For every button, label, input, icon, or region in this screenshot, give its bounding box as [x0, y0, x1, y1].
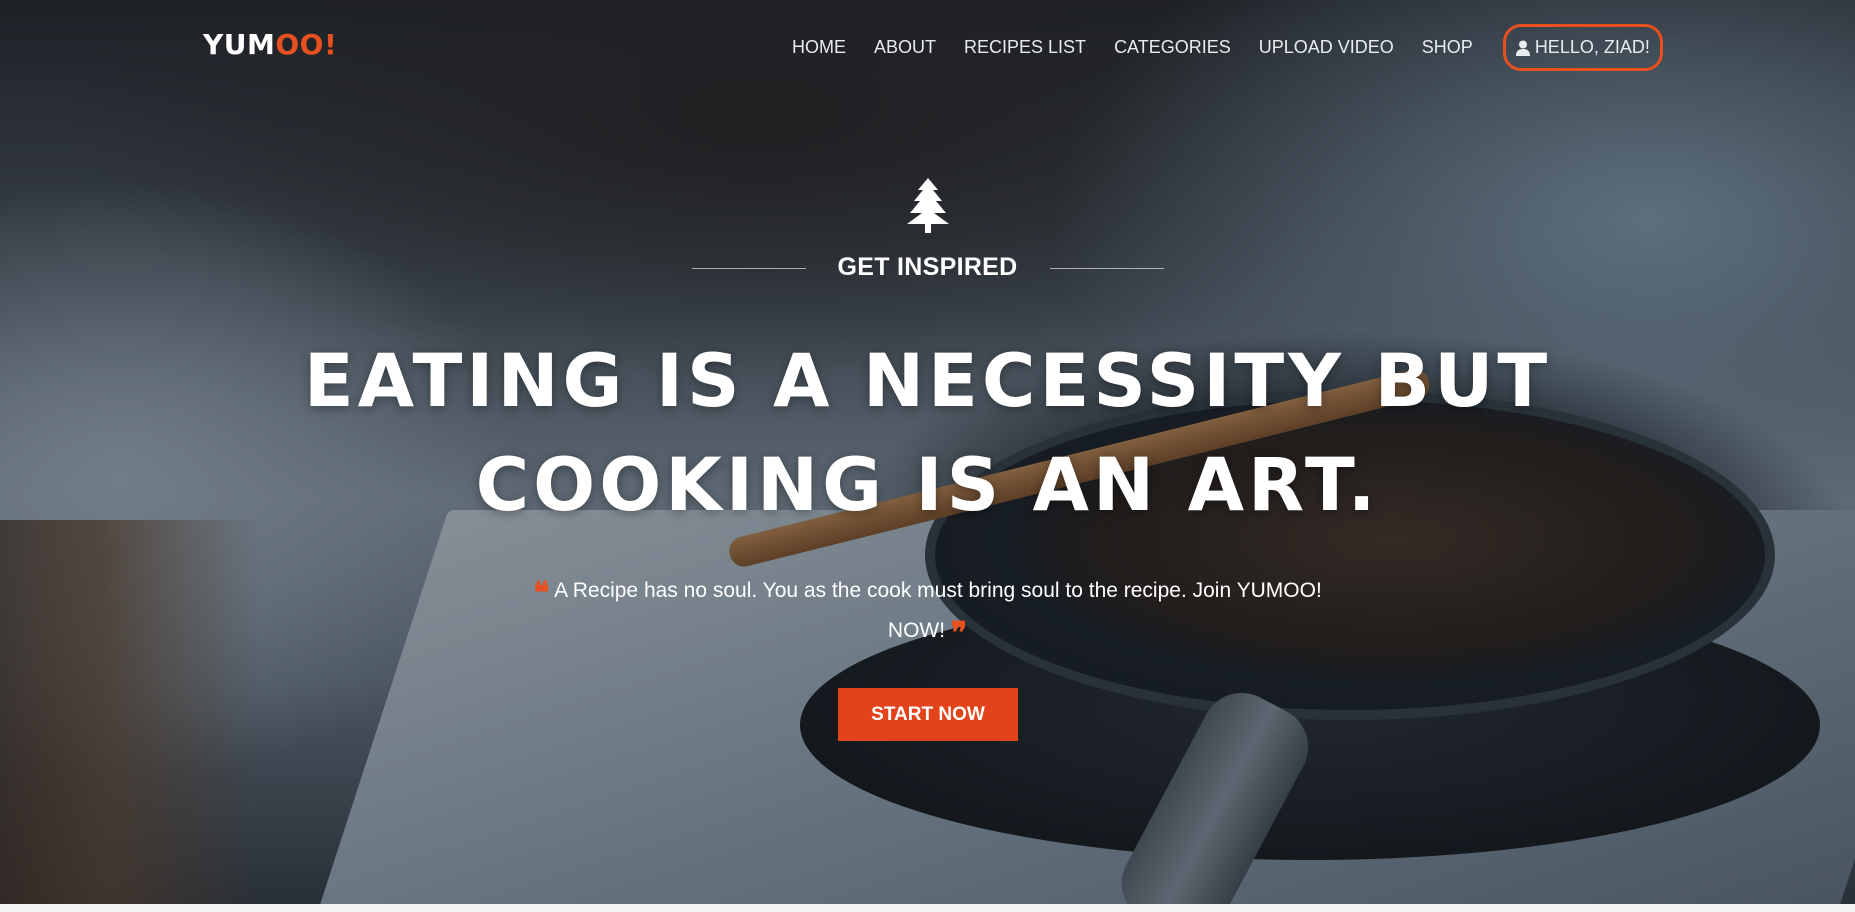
- nav-shop[interactable]: SHOP: [1408, 25, 1487, 70]
- user-account-button[interactable]: HELLO, ZIAD!: [1502, 24, 1663, 71]
- quote-open-icon: ❝: [533, 576, 550, 611]
- headline-line-1: EATING IS A NECESSITY BUT: [303, 339, 1552, 424]
- hero-quote: ❝ A Recipe has no soul. You as the cook …: [520, 572, 1335, 652]
- kicker-container: GET INSPIRED: [0, 253, 1855, 282]
- hero-content: YUMOO! HOME ABOUT RECIPES LIST CATEGORIE…: [0, 0, 1855, 912]
- headline-line-2: COOKING IS AN ART.: [475, 443, 1380, 528]
- main-nav: HOME ABOUT RECIPES LIST CATEGORIES UPLOA…: [778, 24, 1663, 71]
- logo[interactable]: YUMOO!: [203, 28, 337, 61]
- nav-about[interactable]: ABOUT: [860, 25, 950, 70]
- user-icon: [1515, 40, 1530, 56]
- nav-home[interactable]: HOME: [778, 25, 860, 70]
- nav-upload-video[interactable]: UPLOAD VIDEO: [1245, 25, 1408, 70]
- user-greeting: HELLO, ZIAD!: [1534, 37, 1650, 57]
- hero-headline: EATING IS A NECESSITY BUT COOKING IS AN …: [0, 330, 1855, 538]
- start-now-button[interactable]: START NOW: [838, 688, 1018, 741]
- nav-recipes-list[interactable]: RECIPES LIST: [950, 25, 1100, 70]
- kicker-text: GET INSPIRED: [837, 253, 1018, 281]
- kicker-divider-right: [1050, 268, 1164, 269]
- quote-close-icon: ❞: [950, 616, 968, 651]
- tree-icon: [905, 178, 951, 234]
- logo-main: YUM: [203, 28, 276, 61]
- nav-categories[interactable]: CATEGORIES: [1100, 25, 1245, 70]
- logo-accent: OO!: [275, 28, 338, 61]
- quote-text: A Recipe has no soul. You as the cook mu…: [554, 579, 1322, 642]
